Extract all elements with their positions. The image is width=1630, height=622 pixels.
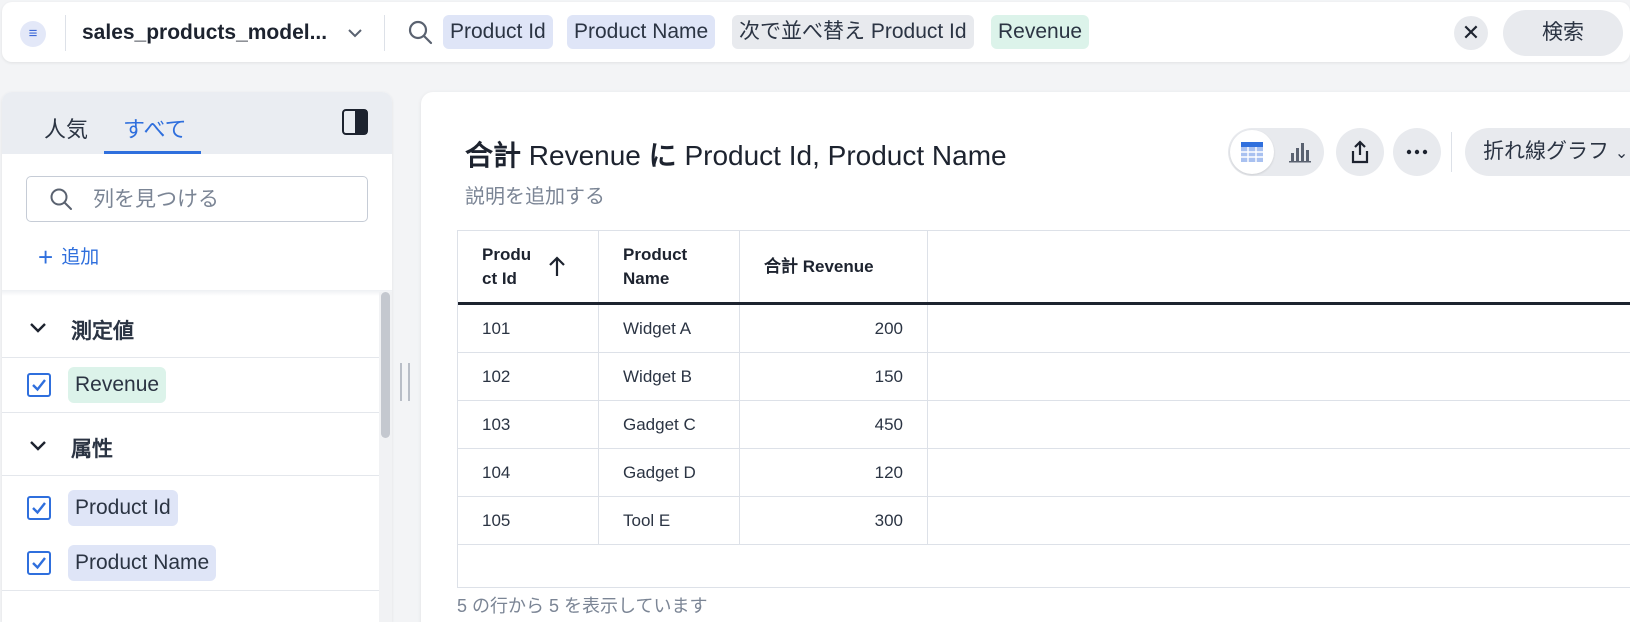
- column-header-total-revenue[interactable]: 合計 Revenue: [740, 231, 928, 303]
- panel-tabs: 人気 すべて: [2, 92, 392, 154]
- column-item-revenue: Revenue: [2, 358, 382, 413]
- table-row: 104 Gadget D 120: [458, 449, 1630, 497]
- add-label: 追加: [61, 247, 100, 268]
- divider: [65, 15, 66, 51]
- divider: [1451, 132, 1452, 172]
- cell-product-name: Gadget D: [599, 449, 740, 497]
- cell-product-name: Gadget C: [599, 401, 740, 449]
- column-header-product-id[interactable]: Produ ct Id: [458, 231, 599, 303]
- table-view-button[interactable]: [1230, 130, 1274, 174]
- table-icon: [1241, 142, 1263, 162]
- cell-product-name: Widget B: [599, 353, 740, 401]
- column-chip[interactable]: Revenue: [68, 367, 167, 403]
- datasource-name[interactable]: sales_products_model...: [82, 21, 327, 45]
- search-button[interactable]: 検索: [1503, 10, 1623, 56]
- table-row: 105 Tool E 300: [458, 497, 1630, 545]
- panel-resize-handle[interactable]: [400, 363, 414, 401]
- chart-view-button[interactable]: [1278, 130, 1322, 174]
- find-column-input[interactable]: [26, 176, 368, 222]
- search-icon: [50, 188, 72, 210]
- cell-product-id: 102: [458, 353, 599, 401]
- search-token-sort[interactable]: 次で並べ替え Product Id: [732, 15, 974, 49]
- search-icon: [408, 20, 433, 45]
- share-icon: [1351, 140, 1369, 164]
- chevron-down-icon: ⌄: [1614, 145, 1629, 162]
- chevron-down-icon[interactable]: [346, 24, 364, 42]
- add-column-button[interactable]: + 追加: [38, 242, 99, 273]
- answer-title[interactable]: 合計 Revenue に Product Id, Product Name: [465, 134, 1007, 174]
- more-horizontal-icon: [1406, 149, 1428, 155]
- checkbox-product-name[interactable]: [27, 551, 51, 575]
- more-options-button[interactable]: [1393, 128, 1441, 176]
- table-row: 103 Gadget C 450: [458, 401, 1630, 449]
- scrollbar-thumb[interactable]: [381, 292, 390, 438]
- list-icon[interactable]: ≡: [20, 21, 46, 47]
- column-item-product-name: Product Name: [2, 536, 382, 591]
- divider: [384, 15, 385, 51]
- find-column-field[interactable]: [93, 185, 353, 215]
- search-token-product-name[interactable]: Product Name: [567, 15, 716, 49]
- chart-type-select[interactable]: 折れ線グラフ ⌄: [1465, 128, 1630, 176]
- search-token-product-id[interactable]: Product Id: [443, 15, 553, 49]
- column-header-product-name[interactable]: Product Name: [599, 231, 740, 303]
- answer-card: 合計 Revenue に Product Id, Product Name 説明…: [421, 92, 1630, 622]
- view-toggle: [1228, 128, 1324, 176]
- section-attributes[interactable]: 属性: [2, 414, 382, 476]
- tab-all[interactable]: すべて: [123, 112, 187, 144]
- share-button[interactable]: [1336, 128, 1384, 176]
- section-title: 測定値: [71, 320, 134, 343]
- check-icon: [32, 557, 46, 570]
- data-panel: 人気 すべて + 追加 測定値 Revenue 属性: [2, 92, 392, 622]
- cell-product-id: 101: [458, 305, 599, 353]
- search-bar: ≡ sales_products_model... Product Id Pro…: [2, 2, 1630, 62]
- cell-product-id: 105: [458, 497, 599, 545]
- tab-popular[interactable]: 人気: [44, 112, 88, 144]
- cell-product-id: 104: [458, 449, 599, 497]
- arrow-up-icon: [549, 256, 565, 276]
- column-chip[interactable]: Product Name: [68, 545, 217, 581]
- add-description[interactable]: 説明を追加する: [465, 180, 605, 209]
- active-tab-indicator: [104, 151, 201, 154]
- cell-product-name: Widget A: [599, 305, 740, 353]
- table-row: 102 Widget B 150: [458, 353, 1630, 401]
- section-title: 属性: [71, 438, 113, 461]
- search-token-revenue[interactable]: Revenue: [991, 15, 1090, 49]
- checkbox-revenue[interactable]: [27, 373, 51, 397]
- cell-revenue: 120: [740, 449, 928, 497]
- chevron-down-icon: [30, 441, 46, 451]
- data-table: Produ ct Id Product Name 合計 Revenue 101 …: [457, 230, 1630, 588]
- cell-revenue: 300: [740, 497, 928, 545]
- bar-chart-icon: [1289, 143, 1311, 163]
- check-icon: [32, 379, 46, 392]
- cell-revenue: 200: [740, 305, 928, 353]
- column-item-product-id: Product Id: [2, 481, 382, 536]
- sidebar-collapse-icon[interactable]: [341, 108, 369, 136]
- checkbox-product-id[interactable]: [27, 496, 51, 520]
- cell-product-name: Tool E: [599, 497, 740, 545]
- cell-revenue: 150: [740, 353, 928, 401]
- clear-search-button[interactable]: ✕: [1454, 16, 1488, 50]
- row-count-text: 5 の行から 5 を表示しています: [457, 596, 708, 616]
- chevron-down-icon: [30, 323, 46, 333]
- column-chip[interactable]: Product Id: [68, 490, 178, 526]
- plus-icon: +: [38, 242, 54, 272]
- cell-product-id: 103: [458, 401, 599, 449]
- check-icon: [32, 502, 46, 515]
- table-row: 101 Widget A 200: [458, 305, 1630, 353]
- cell-revenue: 450: [740, 401, 928, 449]
- section-measures[interactable]: 測定値: [2, 296, 382, 358]
